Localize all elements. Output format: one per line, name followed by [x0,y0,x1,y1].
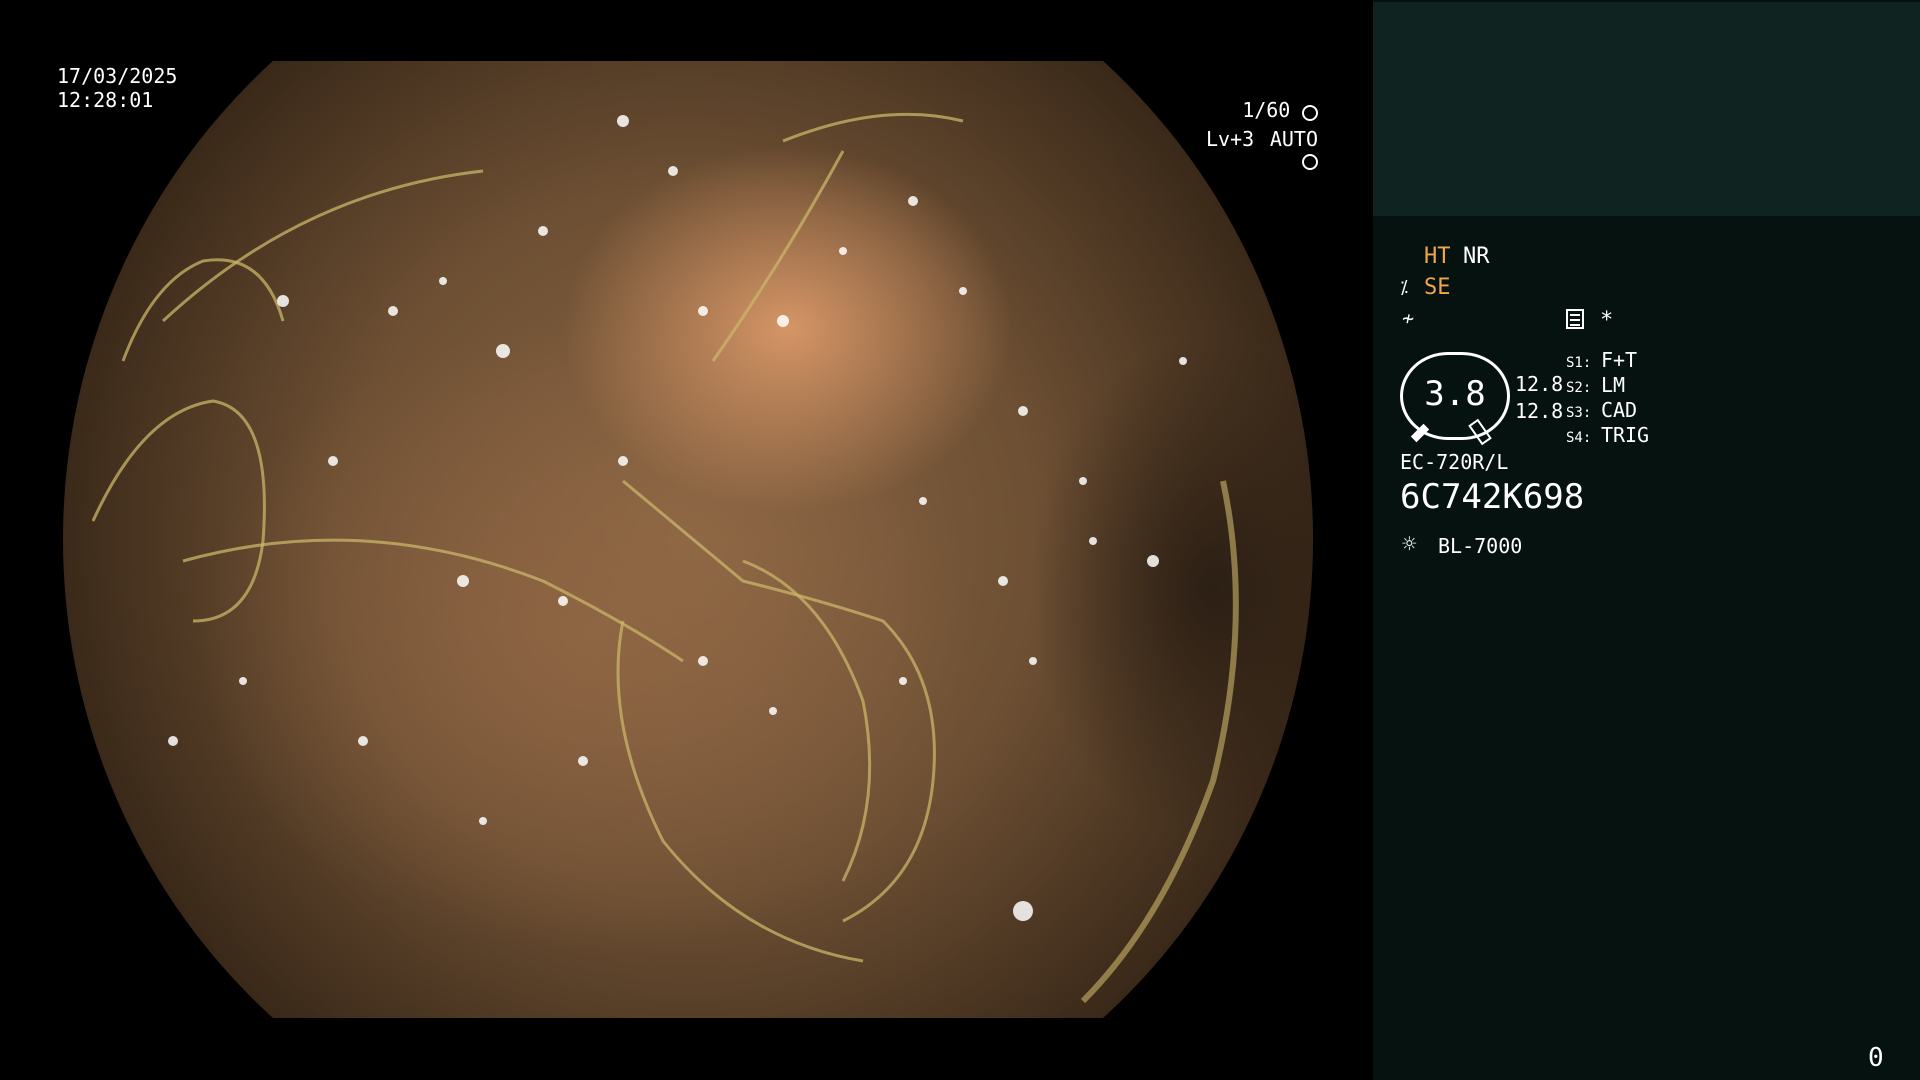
switch-item: S1: F+T [1566,348,1638,372]
switch-key: S4 [1566,430,1583,446]
mode-ht: HT [1424,244,1451,269]
mode-nr: NR [1463,244,1490,269]
shutter-icon [1302,104,1318,121]
endoscope-viewport: 17/03/2025 12:28:01 1/60 Lv+3 AUTO [0,0,1372,1080]
exposure-row: Lv+3 AUTO [1180,127,1318,170]
iris-icon [1302,153,1318,170]
light-source: BL-7000 [1438,534,1523,558]
switch-key: S3 [1566,405,1583,421]
brightness-level: Lv+3 [1206,127,1255,151]
color-tone-icon: ≁ [1402,306,1415,330]
switch-item: S4: TRIG [1566,423,1650,447]
shutter-speed: 1/60 [1242,98,1291,122]
gauge-value: 3.8 [1424,374,1486,414]
endoscopic-image [63,61,1313,1018]
record-icon [1566,309,1584,329]
panel-header-area [1373,2,1920,216]
switch-value: TRIG [1600,423,1650,447]
switch-key: S2 [1566,380,1583,396]
shutter-row: 1/60 [1190,98,1318,122]
switch-item: S3: CAD [1566,398,1638,422]
iris-mode: AUTO [1269,127,1318,151]
gauge-side-top: 12.8 [1515,372,1564,396]
switch-list: S1: F+T S2: LM S3: CAD S4: TRIG [1566,348,1649,448]
switch-value: F+T [1600,348,1638,372]
scope-serial: 6C742K698 [1400,477,1585,517]
light-source-icon: ☼ [1402,530,1417,558]
frame-counter: 0 [1868,1043,1884,1073]
switch-item: S2: LM [1566,373,1626,397]
scope-model: EC-720R/L [1400,450,1509,474]
time-display: 12:28:01 [57,88,154,112]
mode-se: SE [1424,275,1451,300]
bubble-membranes [91,112,1239,1004]
star-indicator: * [1600,308,1614,333]
gauge-side-bottom: 12.8 [1515,399,1564,423]
switch-value: CAD [1600,398,1638,422]
structure-enhancement-icon: ⁒ [1400,277,1409,298]
switch-value: LM [1600,373,1626,397]
switch-key: S1 [1566,355,1583,371]
date-display: 17/03/2025 [57,64,178,88]
